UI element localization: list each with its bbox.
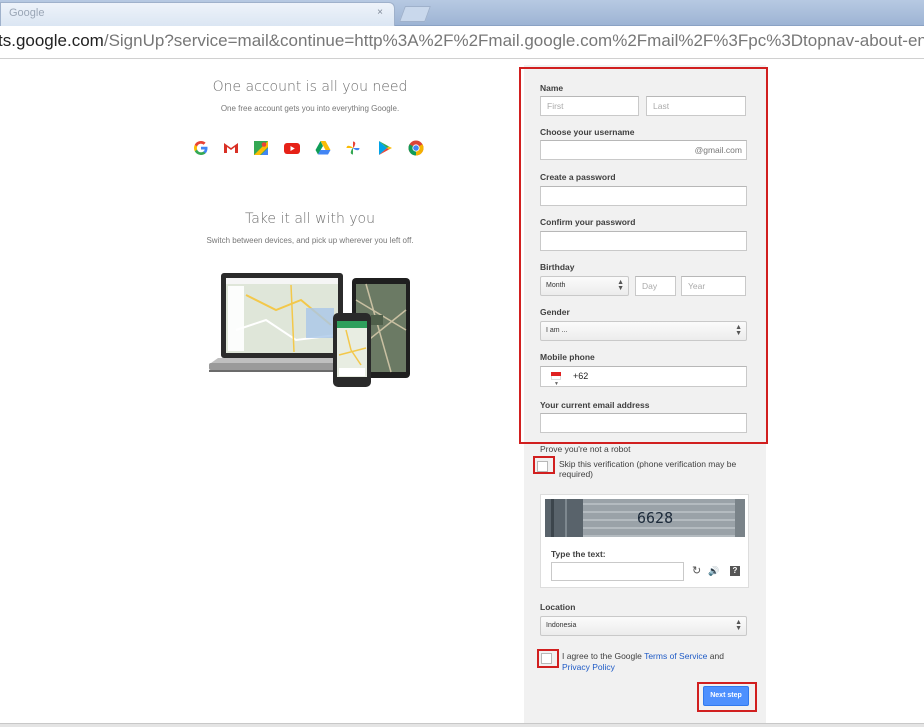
birth-year-placeholder: Year (688, 281, 706, 291)
address-bar[interactable]: ts.google.com/SignUp?service=mail&contin… (0, 26, 924, 59)
url-path: /SignUp?service=mail&continue=http%3A%2F… (103, 31, 924, 50)
current-email-label: Your current email address (540, 400, 650, 410)
select-arrows-icon: ▲ ▼ (735, 619, 742, 632)
phone-country-code: +62 (573, 371, 589, 381)
select-arrows-icon: ▲ ▼ (735, 324, 742, 337)
gmail-icon (224, 143, 238, 153)
birth-day-input[interactable]: Day (635, 276, 676, 296)
robot-verification-title: Prove you're not a robot (540, 444, 631, 454)
gender-value: I am ... (546, 327, 568, 334)
tab-title: Google (9, 7, 45, 19)
birth-day-placeholder: Day (642, 281, 658, 291)
mobile-phone-input[interactable]: ▼ +62 (540, 366, 747, 387)
promo-subtitle-take-it: Switch between devices, and pick up wher… (206, 236, 414, 245)
url-host: ts.google.com (0, 31, 104, 50)
password-label: Create a password (540, 172, 616, 182)
current-email-input[interactable] (540, 413, 747, 433)
tab-close-icon[interactable]: × (374, 7, 386, 19)
captcha-box: 6628 Type the text: ↻ 🔊 ? (540, 494, 749, 588)
confirm-password-input[interactable] (540, 231, 747, 251)
last-name-placeholder: Last (653, 101, 670, 111)
browser-tabstrip: Google × (0, 0, 924, 26)
indonesia-flag-icon[interactable] (551, 372, 561, 380)
audio-captcha-icon[interactable]: 🔊 (708, 565, 719, 577)
location-select[interactable]: Indonesia ▲ ▼ (540, 616, 747, 636)
google-apps-row (190, 139, 430, 159)
chrome-icon (408, 140, 424, 156)
status-bar (0, 723, 924, 727)
refresh-captcha-icon[interactable]: ↻ (692, 565, 701, 577)
captcha-input[interactable] (551, 562, 684, 581)
agree-and: and (707, 651, 724, 661)
promo-subtitle-one-account: One free account gets you into everythin… (220, 104, 400, 113)
next-step-button[interactable]: Next step (703, 686, 749, 706)
last-name-input[interactable]: Last (646, 96, 746, 116)
first-name-input[interactable]: First (540, 96, 639, 116)
drive-icon (315, 141, 331, 155)
agree-prefix: I agree to the Google (562, 651, 645, 661)
privacy-policy-link[interactable]: Privacy Policy (562, 662, 615, 672)
birth-year-input[interactable]: Year (681, 276, 746, 296)
promo-title-one-account: One account is all you need (212, 79, 408, 95)
birth-month-value: Month (546, 282, 566, 289)
captcha-text: 6628 (637, 509, 673, 527)
google-icon (194, 141, 208, 155)
first-name-placeholder: First (547, 101, 564, 111)
captcha-help-icon[interactable]: ? (730, 566, 740, 576)
select-arrows-icon: ▲ ▼ (617, 279, 624, 292)
mobile-phone-label: Mobile phone (540, 352, 595, 362)
username-input[interactable]: @gmail.com (540, 140, 747, 160)
agree-terms-checkbox[interactable] (541, 653, 552, 664)
country-dropdown-icon: ▼ (554, 381, 559, 387)
devices-illustration (209, 273, 410, 387)
photos-icon (346, 141, 360, 155)
gender-label: Gender (540, 307, 570, 317)
youtube-icon (284, 143, 300, 154)
browser-tab[interactable]: Google × (0, 2, 395, 26)
maps-icon (254, 141, 268, 155)
gender-select[interactable]: I am ... ▲ ▼ (540, 321, 747, 341)
terms-of-service-link[interactable]: Terms of Service (644, 651, 707, 661)
new-tab-button[interactable] (399, 6, 431, 22)
password-input[interactable] (540, 186, 747, 206)
captcha-image: 6628 (545, 499, 745, 537)
birthday-label: Birthday (540, 262, 575, 272)
agree-terms-text: I agree to the Google Terms of Service a… (562, 651, 742, 673)
confirm-password-label: Confirm your password (540, 217, 636, 227)
skip-verification-label: Skip this verification (phone verificati… (559, 459, 737, 479)
location-value: Indonesia (546, 622, 577, 629)
play-store-icon (379, 141, 392, 155)
skip-verification-checkbox[interactable] (537, 461, 548, 472)
url-text: ts.google.com/SignUp?service=mail&contin… (0, 31, 924, 51)
captcha-type-label: Type the text: (551, 549, 606, 559)
username-label: Choose your username (540, 127, 635, 137)
location-label: Location (540, 602, 576, 612)
birth-month-select[interactable]: Month ▲ ▼ (540, 276, 629, 296)
page: Google × ts.google.com/SignUp?service=ma… (0, 0, 924, 727)
promo-title-take-it: Take it all with you (245, 211, 375, 227)
gmail-suffix: @gmail.com (694, 145, 742, 155)
name-label: Name (540, 83, 564, 93)
